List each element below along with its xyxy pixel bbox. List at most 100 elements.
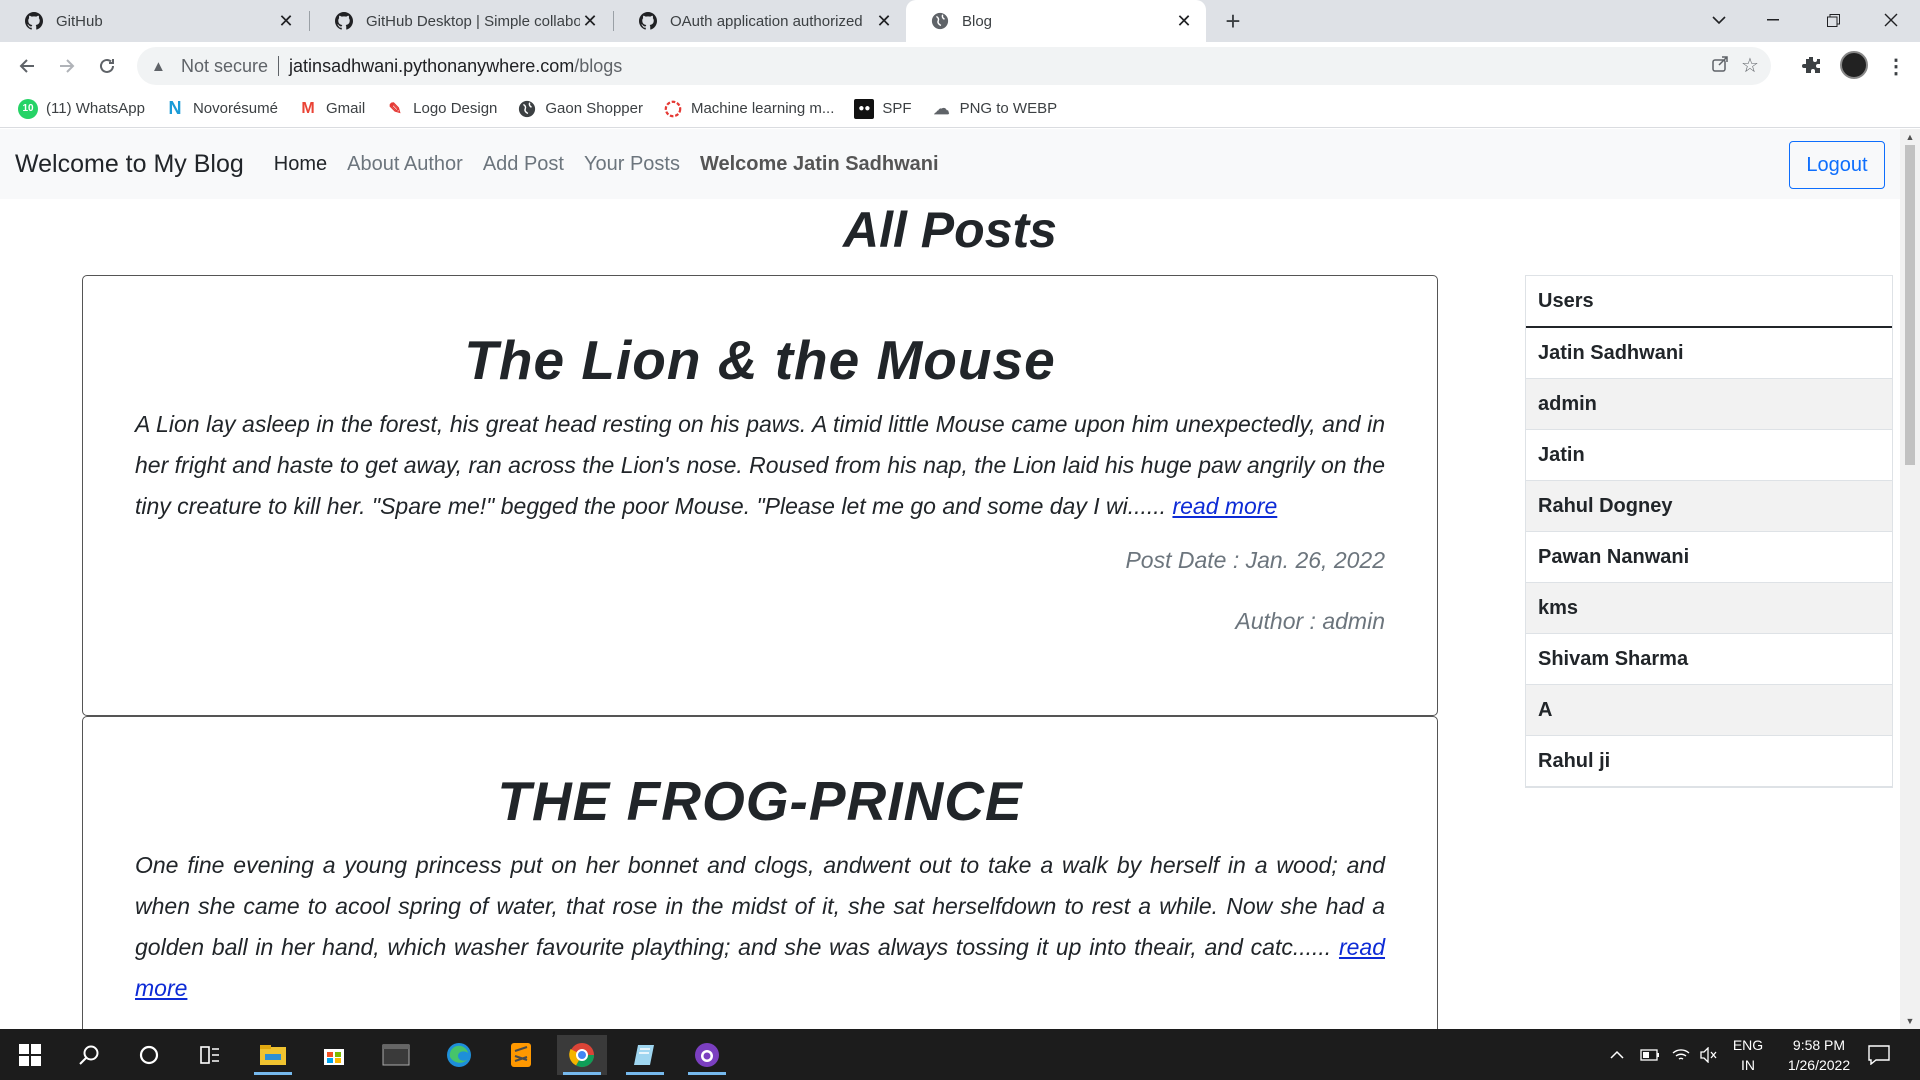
notification-icon[interactable] [1868, 1029, 1890, 1080]
battery-icon[interactable] [1640, 1029, 1660, 1080]
close-tab-icon[interactable]: ✕ [1174, 11, 1194, 31]
security-label: Not secure [181, 55, 269, 76]
scroll-down-icon[interactable]: ▼ [1900, 1013, 1920, 1029]
tab-label: GitHub [56, 12, 103, 30]
logout-button[interactable]: Logout [1789, 141, 1885, 189]
page-scrollbar[interactable]: ▲ ▼ [1900, 129, 1920, 1029]
github-desktop-icon[interactable] [682, 1035, 732, 1075]
nav-your-posts[interactable]: Your Posts [584, 153, 680, 176]
browser-toolbar: ▲ Not secure jatinsadhwani.pythonanywher… [0, 42, 1920, 90]
address-bar[interactable]: ▲ Not secure jatinsadhwani.pythonanywher… [137, 47, 1771, 85]
extensions-icon[interactable] [1800, 53, 1824, 77]
close-tab-icon[interactable]: ✕ [276, 11, 296, 31]
bookmark-label: Machine learning m... [690, 100, 835, 117]
reload-button[interactable] [92, 51, 122, 81]
file-explorer-icon[interactable] [248, 1035, 298, 1075]
microsoft-store-icon[interactable] [309, 1035, 359, 1075]
site-brand[interactable]: Welcome to My Blog [15, 150, 244, 179]
users-header: Users [1526, 276, 1892, 328]
user-item[interactable]: Rahul ji [1526, 736, 1892, 787]
edge-icon[interactable] [434, 1035, 484, 1075]
welcome-user: Welcome Jatin Sadhwani [699, 152, 939, 175]
bookmark-gaon-shopper[interactable]: Gaon Shopper [517, 99, 643, 119]
bookmark-spf[interactable]: ●● SPF [854, 98, 912, 119]
active-indicator [626, 1072, 664, 1075]
blog-page: Welcome to My Blog Home About Author Add… [0, 129, 1900, 1029]
github-icon [334, 11, 354, 31]
user-item[interactable]: A [1526, 685, 1892, 736]
tab-label: GitHub Desktop | Simple collabo [366, 12, 580, 30]
profile-avatar[interactable] [1840, 51, 1868, 79]
nav-about-author[interactable]: About Author [347, 153, 463, 176]
nav-home[interactable]: Home [274, 153, 327, 176]
scroll-thumb[interactable] [1905, 145, 1915, 465]
bookmark-whatsapp[interactable]: 10 (11) WhatsApp [18, 98, 145, 119]
bookmark-label: Gaon Shopper [545, 100, 643, 117]
cortana-icon[interactable] [124, 1035, 174, 1075]
tab-blog[interactable]: Blog ✕ [906, 0, 1206, 42]
search-icon[interactable] [64, 1035, 114, 1075]
tab-oauth[interactable]: OAuth application authorized ✕ [614, 0, 906, 42]
forward-button[interactable] [52, 51, 82, 81]
user-item[interactable]: Pawan Nanwani [1526, 532, 1892, 583]
github-icon [24, 11, 44, 31]
bookmark-logo-design[interactable]: ✎ Logo Design [385, 99, 497, 119]
bookmark-label: (11) WhatsApp [46, 100, 145, 117]
tab-search-icon[interactable] [1692, 0, 1746, 40]
tray-chevron-icon[interactable] [1610, 1029, 1624, 1080]
minimize-button[interactable] [1746, 0, 1800, 40]
menu-icon[interactable]: ⋮ [1886, 54, 1906, 79]
bookmark-novoresume[interactable]: N Novorésumé [165, 98, 278, 119]
wifi-icon[interactable] [1672, 1029, 1690, 1080]
user-item[interactable]: admin [1526, 379, 1892, 430]
user-item[interactable]: Jatin Sadhwani [1526, 328, 1892, 379]
clock[interactable]: 9:58 PM 1/26/2022 [1770, 1035, 1868, 1075]
bookmark-gmail[interactable]: M Gmail [298, 99, 365, 119]
user-item[interactable]: Jatin [1526, 430, 1892, 481]
chrome-icon[interactable] [557, 1035, 607, 1075]
close-tab-icon[interactable]: ✕ [874, 11, 894, 31]
close-window-button[interactable] [1864, 0, 1918, 40]
spf-icon: ●● [854, 98, 875, 119]
users-list: Users Jatin Sadhwani admin Jatin Rahul D… [1525, 275, 1893, 788]
share-icon[interactable] [1711, 55, 1729, 78]
user-item[interactable]: kms [1526, 583, 1892, 634]
app-icon[interactable] [620, 1035, 670, 1075]
cloud-icon: ☁ [933, 100, 950, 118]
warning-icon: ▲ [151, 57, 166, 75]
tab-label: OAuth application authorized [670, 12, 863, 30]
active-indicator [563, 1072, 601, 1075]
post-author: Author : admin [1235, 608, 1385, 634]
scroll-up-icon[interactable]: ▲ [1900, 129, 1920, 145]
star-icon[interactable]: ☆ [1741, 53, 1759, 78]
windows-start-icon[interactable] [5, 1035, 55, 1075]
tab-strip: GitHub ✕ GitHub Desktop | Simple collabo… [0, 0, 1920, 42]
nav-add-post[interactable]: Add Post [483, 153, 564, 176]
back-button[interactable] [12, 51, 42, 81]
bookmark-machine-learning[interactable]: Machine learning m... [663, 99, 834, 119]
close-tab-icon[interactable]: ✕ [580, 11, 600, 31]
terminal-icon[interactable] [371, 1035, 421, 1075]
post-excerpt-text: One fine evening a young princess put on… [135, 852, 1385, 960]
bookmark-png-to-webp[interactable]: ☁ PNG to WEBP [932, 99, 1058, 119]
language-indicator[interactable]: ENG IN [1728, 1035, 1768, 1075]
restore-button[interactable] [1806, 0, 1860, 40]
bookmarks-bar: 10 (11) WhatsApp N Novorésumé M Gmail ✎ … [0, 90, 1920, 128]
active-indicator [688, 1072, 726, 1075]
whatsapp-icon: 10 [18, 98, 38, 119]
read-more-link[interactable]: read more [1172, 493, 1277, 519]
tab-github[interactable]: GitHub ✕ [0, 0, 308, 42]
task-view-icon[interactable] [185, 1035, 235, 1075]
new-tab-button[interactable]: + [1218, 6, 1248, 36]
site-navbar: Welcome to My Blog Home About Author Add… [0, 129, 1900, 199]
github-icon [638, 11, 658, 31]
bookmark-label: Logo Design [413, 100, 498, 117]
user-item[interactable]: Shivam Sharma [1526, 634, 1892, 685]
clock-date: 1/26/2022 [1787, 1057, 1851, 1073]
sublime-text-icon[interactable] [496, 1035, 546, 1075]
post-title: THE FROG-PRINCE [497, 770, 1023, 832]
tab-github-desktop[interactable]: GitHub Desktop | Simple collabo ✕ [310, 0, 612, 42]
user-item[interactable]: Rahul Dogney [1526, 481, 1892, 532]
tab-label: Blog [962, 12, 993, 30]
volume-muted-icon[interactable] [1700, 1029, 1718, 1080]
